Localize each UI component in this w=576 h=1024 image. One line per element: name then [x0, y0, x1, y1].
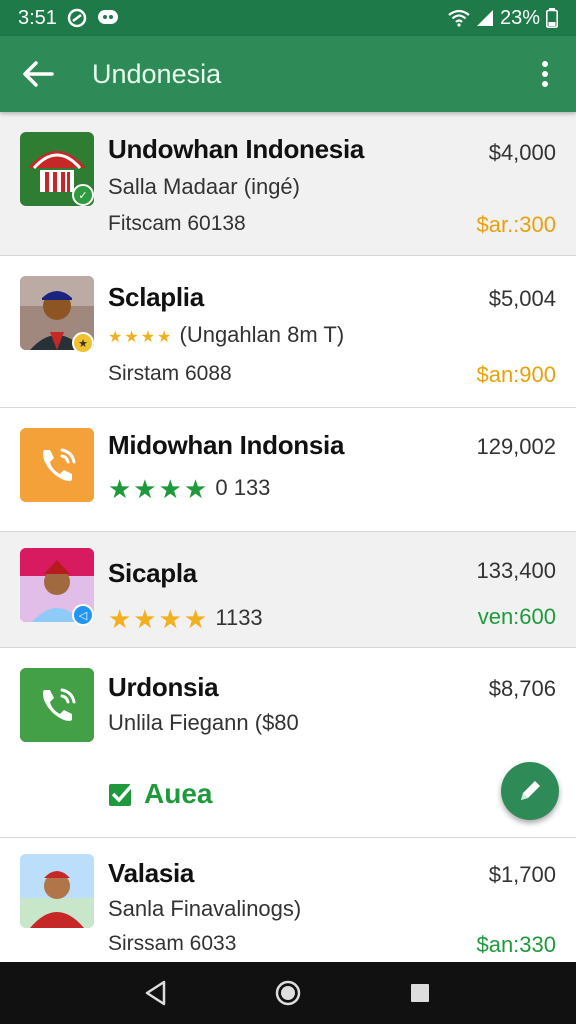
rating-stars: ★★★★ — [108, 474, 210, 504]
action-label: Auea — [144, 778, 213, 809]
list-item[interactable]: ◁ Sicapla ★★★★ 1133 133,400 ven:600 — [0, 532, 576, 648]
item-tag: $ar.:300 — [476, 212, 556, 237]
item-tag: ven:600 — [477, 604, 556, 629]
item-price: $5,004 — [488, 286, 556, 311]
item-price: $8,706 — [488, 676, 556, 701]
item-meta: Sirssam 6033 — [108, 932, 237, 955]
item-price: 133,400 — [476, 558, 556, 583]
item-rating-line: ★★★★ 1133 — [108, 604, 263, 635]
star-badge-icon: ★ — [72, 332, 94, 354]
play-badge-icon: ◁ — [72, 604, 94, 626]
item-meta: Fitscam 60138 — [108, 212, 246, 235]
listing-list: ✓ Undowhan Indonesia Salla Madaar (ingé)… — [0, 112, 576, 962]
item-subtitle: Salla Madaar (ingé) — [108, 174, 300, 199]
verified-badge-icon: ✓ — [72, 184, 94, 206]
woman-red-hat-photo — [20, 854, 94, 928]
battery-icon — [546, 8, 558, 28]
item-price: $4,000 — [488, 140, 556, 165]
item-name: Urdonsia — [108, 672, 219, 702]
item-subtitle: Sanla Finavalinogs) — [108, 896, 302, 921]
phone-icon — [20, 668, 94, 742]
app-bar: Undonesia — [0, 36, 576, 112]
status-time: 3:51 — [18, 6, 57, 29]
item-price: $1,700 — [488, 862, 556, 887]
phone-icon — [20, 428, 94, 502]
wifi-icon — [448, 9, 470, 27]
system-nav-bar — [0, 962, 576, 1024]
sync-icon — [67, 8, 87, 28]
back-triangle-icon[interactable] — [136, 973, 176, 1013]
list-item[interactable]: Valasia Sanla Finavalinogs) Sirssam 6033… — [0, 838, 576, 962]
list-item[interactable]: Urdonsia Unlila Fiegann ($80 $8,706 Auea — [0, 648, 576, 838]
item-subtitle: 0 133 — [215, 475, 271, 500]
list-item[interactable]: ✓ Undowhan Indonesia Salla Madaar (ingé)… — [0, 112, 576, 256]
status-bar: 3:51 23% — [0, 0, 576, 36]
item-price: 129,002 — [476, 434, 556, 459]
arrow-left-icon[interactable] — [16, 52, 60, 96]
item-tag: $an:900 — [476, 362, 556, 387]
item-name: Sicapla — [108, 558, 197, 588]
item-subtitle: 1133 — [215, 605, 263, 630]
edit-fab-button[interactable] — [501, 762, 559, 820]
action-link[interactable]: Auea — [108, 778, 212, 810]
list-item[interactable]: ★ Sclaplia ★★★★ (Ungahlan 8m T) Sirstam … — [0, 256, 576, 408]
item-name: Sclaplia — [108, 282, 204, 312]
chat-bubble-icon — [97, 9, 119, 27]
rating-stars: ★★★★ — [108, 329, 174, 346]
item-subtitle: Unlila Fiegann ($80 — [108, 710, 299, 735]
pencil-icon — [517, 778, 543, 804]
item-subtitle: (Ungahlan 8m T) — [179, 322, 345, 347]
item-name: Midowhan Indonsia — [108, 430, 345, 460]
item-name: Valasia — [108, 858, 195, 888]
list-item[interactable]: Midowhan Indonsia ★★★★ 0 133 129,002 — [0, 408, 576, 532]
recents-square-icon[interactable] — [400, 973, 440, 1013]
item-rating-line: ★★★★ 0 133 — [108, 474, 270, 505]
home-circle-icon[interactable] — [268, 973, 308, 1013]
signal-icon — [476, 9, 494, 27]
page-title: Undonesia — [92, 58, 222, 89]
item-name: Undowhan Indonesia — [108, 134, 365, 164]
item-meta: Sirstam 6088 — [108, 362, 232, 385]
battery-percent: 23% — [499, 6, 540, 29]
item-rating-line: ★★★★ (Ungahlan 8m T) — [108, 322, 344, 348]
rating-stars: ★★★★ — [108, 604, 210, 634]
checkbox-icon — [108, 781, 134, 807]
more-vert-icon[interactable] — [530, 52, 560, 96]
item-tag: $an:330 — [476, 932, 556, 957]
